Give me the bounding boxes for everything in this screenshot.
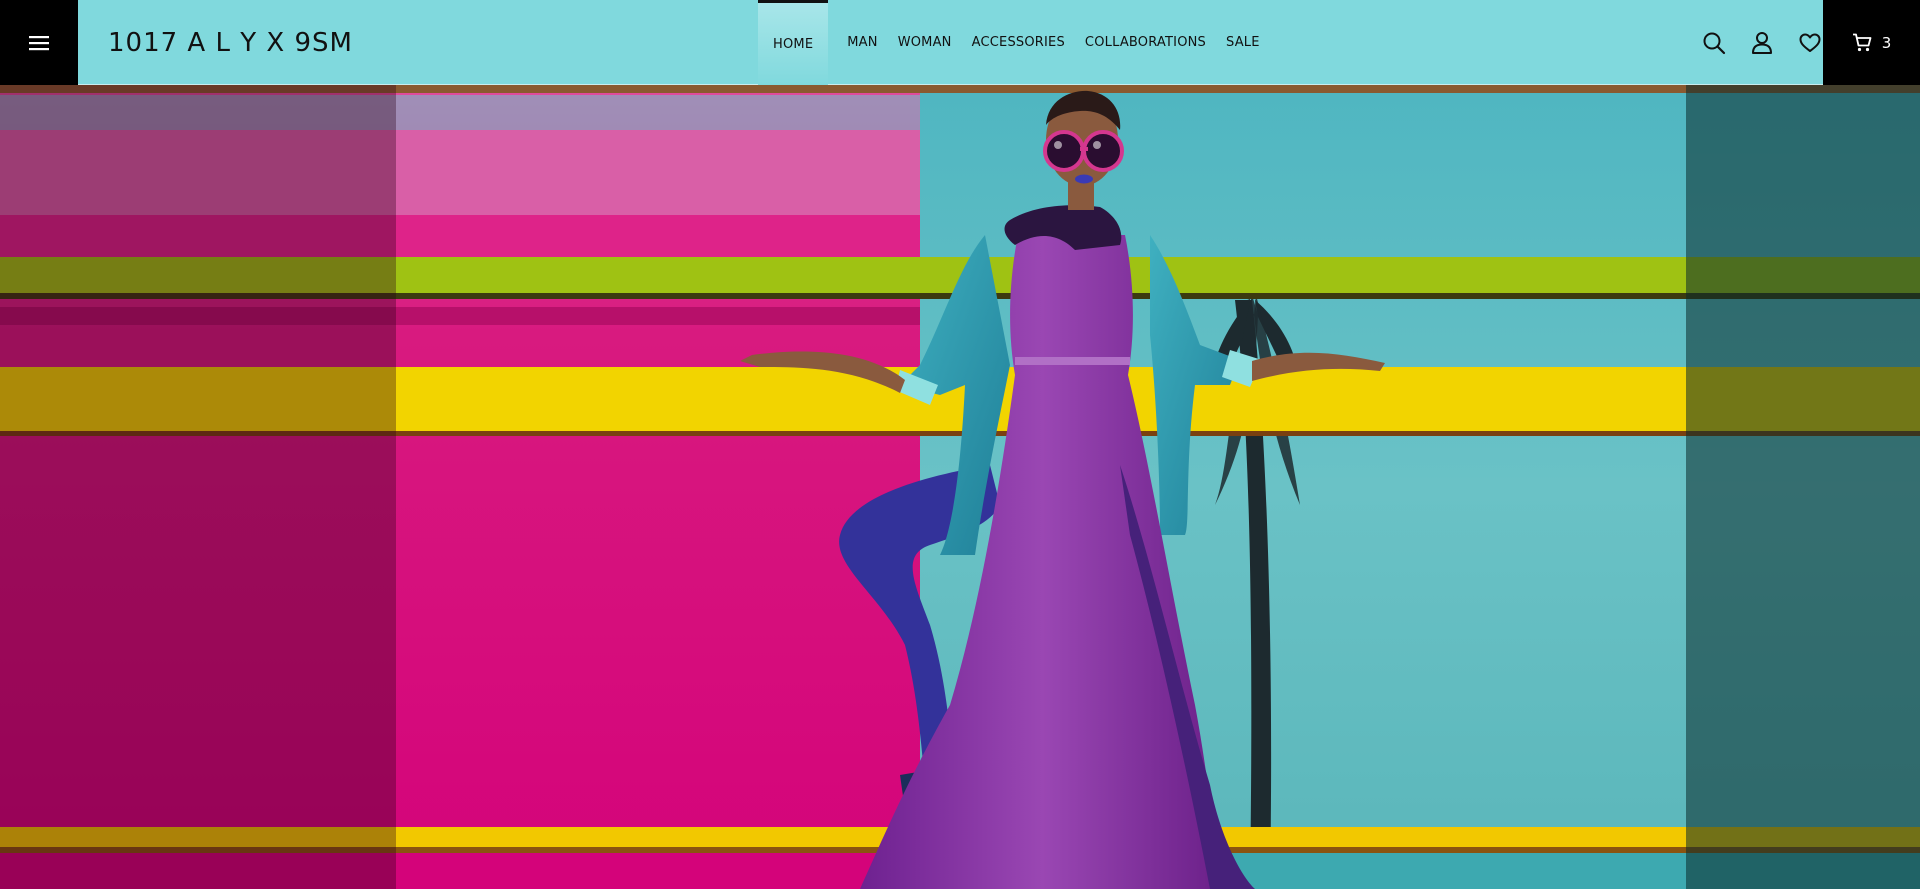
- cart-button[interactable]: 3: [1823, 0, 1920, 85]
- heart-icon: [1799, 33, 1821, 52]
- nav-item-sale[interactable]: SALE: [1216, 0, 1270, 85]
- site-header: 1017 A L Y X 9SM HOME MAN WOMAN ACCESSOR…: [0, 0, 1920, 85]
- nav-item-accessories[interactable]: ACCESSORIES: [962, 0, 1075, 85]
- nav-item-woman[interactable]: WOMAN: [888, 0, 962, 85]
- hamburger-menu-icon: [29, 35, 49, 50]
- menu-button[interactable]: [0, 0, 78, 85]
- brand-logo[interactable]: 1017 A L Y X 9SM: [108, 0, 353, 85]
- search-icon: [1703, 32, 1726, 54]
- cart-icon: [1852, 33, 1872, 52]
- wishlist-button[interactable]: [1797, 30, 1823, 56]
- user-icon: [1752, 31, 1772, 54]
- main-nav: HOME MAN WOMAN ACCESSORIES COLLABORATION…: [758, 0, 1270, 85]
- search-button[interactable]: [1701, 30, 1727, 56]
- header-icons: [1701, 0, 1823, 85]
- account-button[interactable]: [1749, 30, 1775, 56]
- hero-image: [0, 85, 1920, 889]
- nav-item-home[interactable]: HOME: [758, 0, 829, 85]
- nav-item-man[interactable]: MAN: [837, 0, 887, 85]
- cart-count-badge: 3: [1881, 33, 1892, 52]
- nav-item-collaborations[interactable]: COLLABORATIONS: [1075, 0, 1216, 85]
- hero-banner[interactable]: [0, 85, 1920, 889]
